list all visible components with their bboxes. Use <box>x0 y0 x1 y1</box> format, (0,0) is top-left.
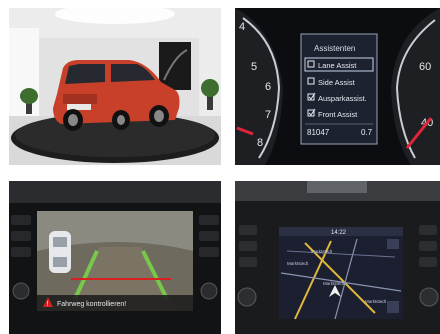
assist-menu: Assistenten Lane Assist Side Assist Ausp… <box>300 33 378 145</box>
navigation-photo: 14:22 Marktstedt Marktstedt Marktstedt M… <box>235 181 440 334</box>
showroom-photo <box>9 8 221 165</box>
svg-text:Lane Assist: Lane Assist <box>318 61 357 70</box>
tacho-tick-6: 6 <box>265 81 271 93</box>
nav-place-label: Marktstedt <box>365 299 387 304</box>
nav-place-label: Marktstedt <box>323 281 345 286</box>
nav-zoom-button[interactable] <box>387 301 399 313</box>
nav-clock: 14:22 <box>331 230 347 236</box>
svg-text:Front Assist: Front Assist <box>318 110 358 119</box>
assist-menu-title: Assistenten <box>314 44 355 53</box>
tacho-tick-8: 8 <box>257 137 263 149</box>
svg-text:!: ! <box>47 301 49 308</box>
rear-camera-photo: ! Fahrweg kontrollieren! <box>9 181 221 334</box>
speedo-tick-60: 60 <box>419 61 431 73</box>
nav-place-label: Marktstedt <box>287 261 309 266</box>
nav-menu-button[interactable] <box>387 239 399 249</box>
trip-value: 0.7 <box>361 128 373 137</box>
tacho-tick-5: 5 <box>251 61 257 73</box>
camera-screen: ! Fahrweg kontrollieren! <box>37 211 193 311</box>
wall-poster <box>159 42 191 90</box>
tacho-tick-7: 7 <box>265 109 271 121</box>
odometer: 81047 <box>307 128 330 137</box>
nav-screen: 14:22 Marktstedt Marktstedt Marktstedt M… <box>279 227 403 320</box>
svg-text:Ausparkassist.: Ausparkassist. <box>318 94 367 103</box>
camera-warning-text: Fahrweg kontrollieren! <box>57 301 126 308</box>
tacho-tick-4: 4 <box>239 21 245 33</box>
nav-place-label: Marktstedt <box>311 249 333 254</box>
car-topview-icon <box>49 231 71 273</box>
instrument-cluster-photo: 4 5 6 7 8 60 40 Assistenten Lane Assist <box>235 8 440 165</box>
svg-text:Side Assist: Side Assist <box>318 78 356 87</box>
